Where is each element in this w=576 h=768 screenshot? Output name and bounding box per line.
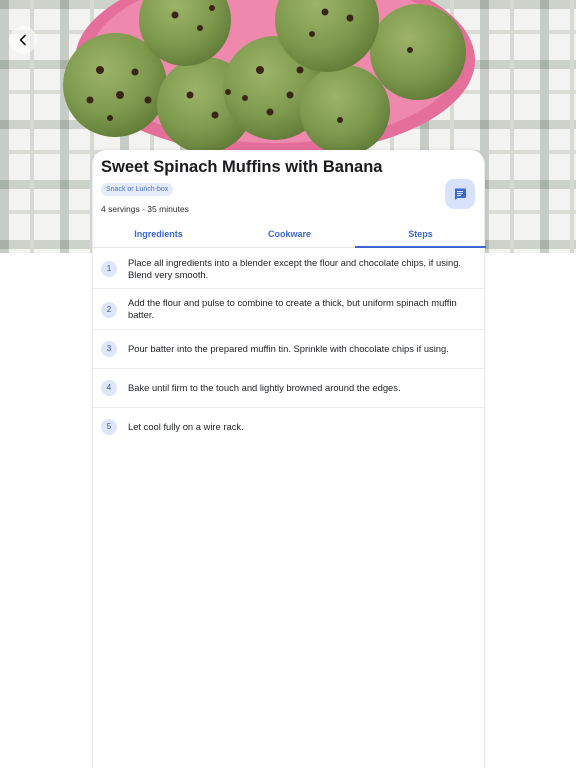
recipe-title: Sweet Spinach Muffins with Banana [101,158,383,176]
step-text: Let cool fully on a wire rack. [128,421,244,432]
list-item: 5 Let cool fully on a wire rack. [93,408,486,447]
back-button[interactable] [9,26,37,54]
tab-ingredients[interactable]: Ingredients [93,223,224,247]
chevron-left-icon [19,34,26,46]
list-item: 4 Bake until firm to the touch and light… [93,369,486,408]
steps-list: 1 Place all ingredients into a blender e… [93,249,486,447]
notes-list-icon [454,188,466,200]
servings-time: 4 servings - 35 minutes [101,204,189,214]
recipe-tabs: Ingredients Cookware Steps [93,223,486,248]
tab-cookware[interactable]: Cookware [224,223,355,247]
step-text: Add the flour and pulse to combine to cr… [128,297,457,320]
list-item: 2 Add the flour and pulse to combine to … [93,289,486,330]
step-number: 4 [101,380,117,396]
step-number: 1 [101,261,117,277]
recipe-card: Sweet Spinach Muffins with Banana Snack … [92,150,486,768]
step-number: 2 [101,302,117,318]
step-text: Pour batter into the prepared muffin tin… [128,343,449,354]
step-text: Place all ingredients into a blender exc… [128,257,462,280]
notes-button[interactable] [445,179,475,209]
tab-steps[interactable]: Steps [355,223,486,248]
category-tag: Snack or Lunch-box [101,183,174,196]
step-number: 5 [101,419,117,435]
step-text: Bake until firm to the touch and lightly… [128,382,401,393]
step-number: 3 [101,341,117,357]
list-item: 3 Pour batter into the prepared muffin t… [93,330,486,369]
list-item: 1 Place all ingredients into a blender e… [93,249,486,289]
